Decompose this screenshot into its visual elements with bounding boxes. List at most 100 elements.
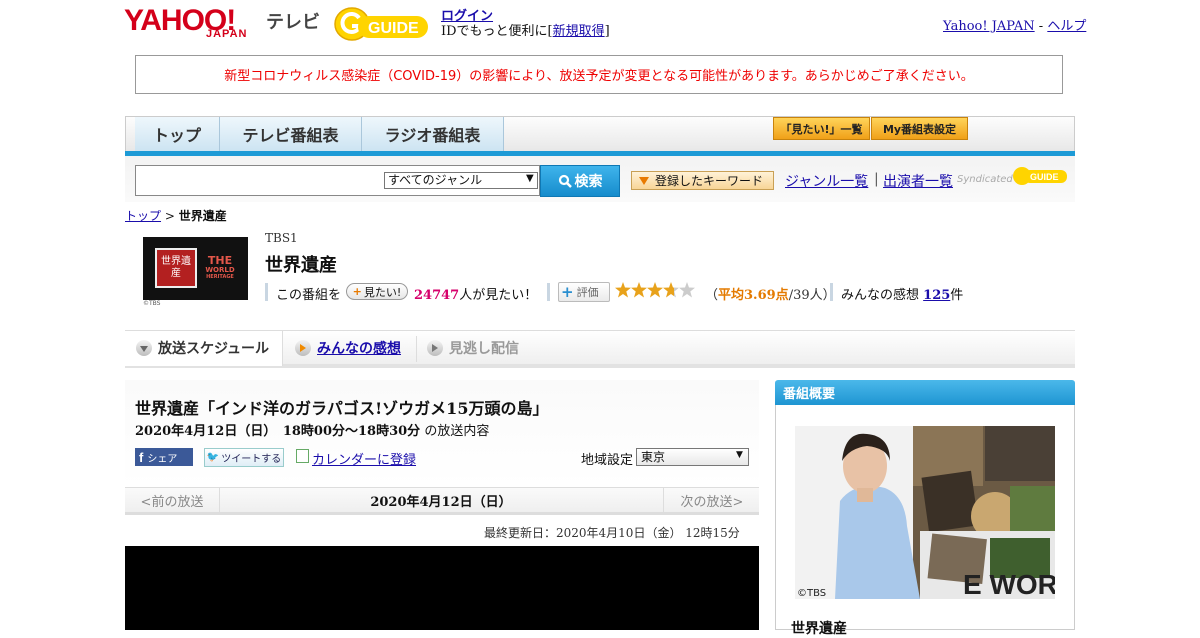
my-schedule-settings-button[interactable]: My番組表設定: [871, 117, 968, 140]
gguide-logo-icon: GUIDE: [334, 7, 428, 41]
covid-notice: 新型コロナウィルス感染症（COVID-19）の影響により、放送予定が変更となる可…: [135, 55, 1063, 94]
average-rating-value: 平均3.69点: [718, 288, 789, 303]
signup-link[interactable]: 新規取得: [553, 24, 605, 39]
divider-bar: [265, 283, 268, 301]
thumbnail-jp-title: 世界遺産: [155, 248, 197, 288]
want-count: 24747: [414, 288, 460, 303]
signup-prefix: IDでもっと便利に[: [441, 24, 553, 39]
gguide-logo[interactable]: GUIDE: [334, 6, 432, 42]
thumbnail-copyright: ©TBS: [143, 300, 161, 307]
arrow-right-icon: [427, 340, 443, 356]
yahoo-japan-logo-text: JAPAN: [206, 28, 248, 40]
episode-datetime-line: 2020年4月12日（日） 18時00分～18時30分 の放送内容: [135, 420, 489, 439]
plus-icon: +: [352, 285, 362, 298]
prev-broadcast-link[interactable]: <前の放送: [125, 488, 220, 512]
tab-schedule[interactable]: 放送スケジュール: [136, 333, 269, 363]
rating-stars: [615, 281, 697, 304]
overview-program-title: 世界遺産: [791, 621, 847, 637]
next-broadcast-link[interactable]: 次の放送>: [663, 488, 760, 512]
breadcrumb-current: 世界遺産: [178, 209, 227, 223]
link-separator: |: [874, 171, 879, 187]
program-title: 世界遺産: [265, 255, 337, 276]
header-separator: -: [1038, 19, 1044, 34]
divider-bar: [547, 283, 550, 301]
video-player[interactable]: [125, 546, 759, 630]
search-icon: [558, 174, 572, 188]
signup-suffix: ]: [604, 24, 610, 39]
rate-button-label: 評価: [576, 286, 599, 299]
breadcrumb-top-link[interactable]: トップ: [125, 209, 161, 223]
tweet-label: ツイートする: [221, 454, 282, 465]
region-label: 地域設定: [581, 453, 634, 468]
episode-title: 世界遺産「インド洋のガラパゴス!ゾウガメ15万頭の島」: [135, 399, 549, 418]
last-updated: 最終更新日：2020年4月10日（金） 12時15分: [484, 526, 740, 540]
nav-tab-tv-schedule[interactable]: テレビ番組表: [220, 117, 362, 151]
arrow-right-icon: [295, 340, 311, 356]
dropdown-arrow-icon: ▼: [736, 450, 743, 460]
tab-reviews[interactable]: みんなの感想: [295, 333, 401, 363]
header-links: Yahoo! JAPAN - ヘルプ: [943, 15, 1086, 34]
signup-line: IDでもっと便利に[新規取得]: [441, 20, 610, 39]
program-promo-image: E WORL ©TBS: [795, 426, 1055, 599]
tab-missed-label: 見逃し配信: [449, 341, 519, 357]
star-icon: [615, 282, 631, 298]
review-count-link[interactable]: 125: [923, 288, 950, 303]
thumb-en-line2: WORLD: [205, 266, 235, 274]
rate-button[interactable]: + 評価: [558, 282, 610, 302]
yahoo-japan-link[interactable]: Yahoo! JAPAN: [943, 19, 1035, 34]
tab-schedule-label: 放送スケジュール: [158, 341, 270, 357]
calendar-icon: [296, 449, 309, 463]
genre-select[interactable]: すべてのジャンル: [384, 172, 538, 189]
want-to-watch-button[interactable]: + 見たい!: [346, 283, 408, 300]
nav-tab-top[interactable]: トップ: [135, 117, 220, 151]
tweet-button[interactable]: 🐦 ツイートする: [204, 448, 284, 467]
star-icon: [631, 282, 647, 298]
facebook-share-label: シェア: [147, 453, 178, 465]
want-count-suffix: 人が見たい！: [459, 288, 538, 303]
divider-bar: [830, 283, 833, 301]
twitter-icon: 🐦: [206, 452, 220, 463]
triangle-down-icon: [639, 176, 649, 185]
tab-divider: [416, 336, 417, 362]
dropdown-arrow-icon: ▼: [526, 173, 534, 184]
region-select[interactable]: 東京: [636, 448, 749, 466]
registered-keyword-button[interactable]: 登録したキーワード: [631, 171, 774, 190]
promo-image-icon: E WORL ©TBS: [795, 426, 1055, 599]
help-link[interactable]: ヘルプ: [1047, 19, 1086, 34]
want-list-button[interactable]: 「見たい!」一覧: [773, 117, 870, 140]
syndicated-gguide-logo: GUIDE: [1012, 165, 1068, 187]
calendar-register-link[interactable]: カレンダーに登録: [312, 449, 416, 468]
tab-missed[interactable]: 見逃し配信: [427, 333, 519, 363]
thumbnail-en-title: THE WORLD HERITAGE: [199, 248, 241, 288]
registered-keyword-label: 登録したキーワード: [655, 174, 764, 188]
tv-label[interactable]: テレビ: [266, 8, 320, 34]
chevron-down-icon: [136, 340, 152, 356]
svg-text:GUIDE: GUIDE: [1030, 172, 1059, 182]
want-to-watch-label: 見たい!: [363, 285, 402, 299]
episode-datetime: 2020年4月12日（日） 18時00分～18時30分: [135, 424, 421, 439]
nav-tab-radio-schedule[interactable]: ラジオ番組表: [362, 117, 504, 151]
review-suffix: 件: [950, 288, 964, 303]
star-icon: [647, 282, 663, 298]
facebook-share-button[interactable]: f シェア: [135, 448, 193, 466]
syndicated-label: Syndicated: [957, 174, 1013, 185]
star-icon: [663, 282, 679, 298]
tab-reviews-label: みんなの感想: [317, 341, 401, 357]
review-prefix: みんなの感想: [841, 288, 920, 303]
thumb-en-line1: THE: [207, 254, 233, 267]
svg-text:GUIDE: GUIDE: [368, 20, 419, 37]
thumb-en-line3: HERITAGE: [206, 274, 234, 280]
performer-list-link[interactable]: 出演者一覧: [883, 171, 953, 191]
star-icon: [679, 282, 695, 298]
search-button[interactable]: 検索: [540, 165, 620, 197]
episode-datetime-suffix: の放送内容: [424, 424, 490, 439]
current-broadcast-date: 2020年4月12日（日）: [370, 494, 512, 510]
search-button-label: 検索: [574, 174, 603, 190]
gguide-small-logo-icon: GUIDE: [1013, 167, 1067, 185]
svg-text:E WORL: E WORL: [963, 569, 1055, 599]
program-overview-heading: 番組概要: [775, 380, 1075, 405]
star-rating-icon: [615, 282, 695, 298]
breadcrumb: トップ > 世界遺産: [125, 207, 227, 224]
avg-suffix: /39人）: [788, 288, 836, 303]
genre-list-link[interactable]: ジャンル一覧: [785, 171, 868, 191]
